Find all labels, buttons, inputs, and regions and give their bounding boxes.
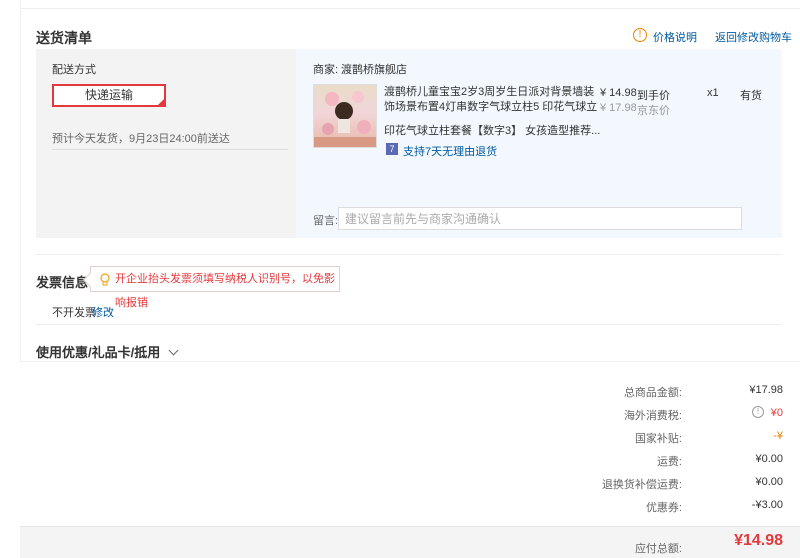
invoice-edit-link[interactable]: 修改	[92, 304, 114, 320]
summary-label-coupon: 优惠券:	[645, 502, 682, 514]
product-image[interactable]	[313, 84, 377, 148]
total-label: 应付总额:	[634, 543, 682, 555]
product-thumbnail-graphic	[314, 91, 376, 147]
product-jd-price: ¥ 17.98	[600, 102, 637, 114]
section-divider-2	[36, 324, 782, 325]
summary-label-subsidy: 国家补贴:	[634, 433, 682, 445]
summary-value-subsidy: -¥	[773, 430, 783, 442]
product-stock: 有货	[740, 90, 762, 102]
summary-value-coupon: -¥3.00	[751, 499, 783, 511]
product-quantity: x1	[707, 87, 719, 99]
coupon-title: 使用优惠/礼品卡/抵用	[36, 345, 161, 360]
shipping-method-label: 配送方式	[52, 64, 96, 76]
summary-value-goods: ¥17.98	[749, 384, 783, 396]
return-7day-icon: 7	[386, 143, 398, 155]
back-to-cart-link[interactable]: 返回修改购物车	[715, 29, 792, 45]
product-price-tag: 到手价	[637, 90, 670, 102]
product-title-line2[interactable]: 饰场景布置4灯串数字气球立柱5 印花气球立	[384, 100, 597, 115]
total-bar	[20, 526, 800, 558]
check-icon: ✓	[158, 98, 164, 105]
return-policy-link[interactable]: 支持7天无理由退货	[403, 143, 497, 159]
remark-label: 留言:	[313, 215, 339, 227]
merchant-name[interactable]: 渡鹊桥旗舰店	[341, 61, 407, 77]
product-price: ¥ 14.98	[600, 87, 637, 99]
price-note-link[interactable]: 价格说明	[653, 29, 697, 45]
total-value: ¥14.98	[734, 532, 783, 549]
summary-label-shipping: 运费:	[656, 456, 682, 468]
summary-label-overseas-tax: 海外消费税:	[623, 410, 682, 422]
product-jd-price-tag: 京东价	[637, 105, 670, 117]
shipping-option-label: 快递运输	[84, 88, 133, 102]
info-icon[interactable]: !	[633, 28, 647, 42]
invoice-section-title: 发票信息	[36, 275, 89, 290]
merchant-label: 商家:	[313, 64, 339, 76]
summary-value-return-shipping: ¥0.00	[755, 476, 783, 488]
estimate-divider	[52, 149, 288, 150]
summary-label-return-shipping: 退换货补偿运费:	[601, 479, 682, 491]
coupon-toggle[interactable]: 使用优惠/礼品卡/抵用	[36, 342, 179, 361]
remark-input[interactable]	[338, 207, 742, 230]
summary-value-overseas-tax: ¥0	[770, 407, 783, 419]
section-divider-1	[36, 254, 782, 255]
summary-value-shipping: ¥0.00	[755, 453, 783, 465]
summary-label-goods: 总商品金额:	[623, 387, 682, 399]
delivery-section-title: 送货清单	[36, 30, 92, 46]
invoice-status: 不开发票	[52, 307, 96, 319]
product-spec: 印花气球立柱套餐【数字3】 女孩造型推荐...	[384, 125, 601, 137]
lightbulb-icon	[99, 272, 111, 286]
delivery-estimate: 预计今天发货，9月23日24:00前送达	[52, 133, 230, 145]
product-title-line1[interactable]: 渡鹊桥儿童宝宝2岁3周岁生日派对背景墙装	[384, 85, 594, 100]
chevron-down-icon	[168, 345, 179, 356]
invoice-tip: 开企业抬头发票须填写纳税人识别号，以免影响报销	[82, 266, 340, 309]
shipping-option-express[interactable]: 快递运输 ✓	[52, 84, 166, 107]
